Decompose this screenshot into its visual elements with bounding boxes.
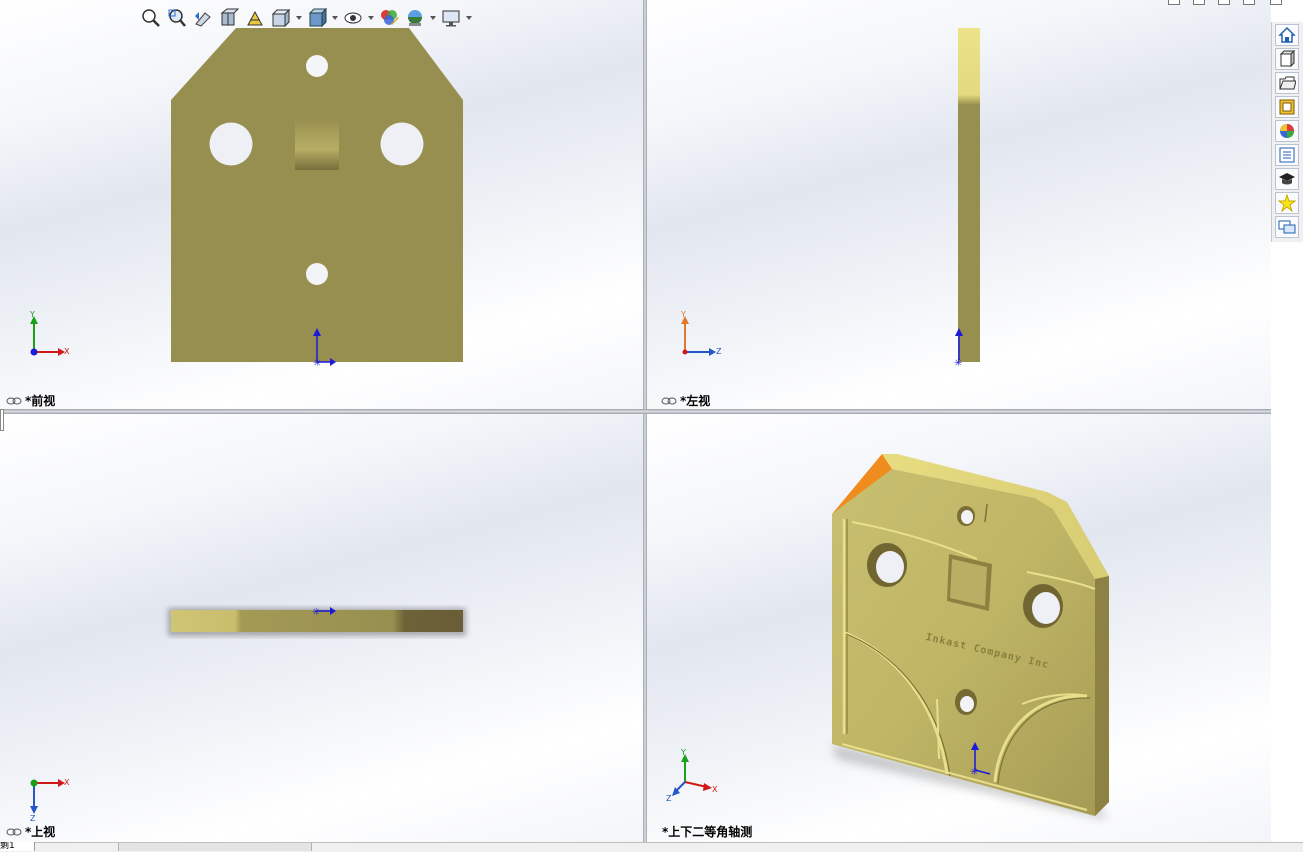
viewport-label-isometric[interactable]: *上下二等角轴测 xyxy=(662,823,752,840)
link-views-icon xyxy=(6,397,22,404)
viewport-label-front[interactable]: *前视 xyxy=(6,392,55,409)
left-view-canvas: ✳ xyxy=(681,28,980,369)
view-orientation-icon[interactable] xyxy=(270,7,292,29)
viewport-label-left[interactable]: *左视 xyxy=(661,392,710,409)
viewport-left[interactable]: ✳ Y Z *左视 xyxy=(647,0,1271,409)
file-explorer-icon[interactable] xyxy=(1275,72,1299,94)
chevron-down-icon[interactable] xyxy=(430,7,436,29)
viewport-top[interactable]: ✳ X Z *上视 xyxy=(0,414,643,842)
viewport-name: *前视 xyxy=(25,394,56,408)
viewport-vertical-splitter[interactable] xyxy=(643,0,647,842)
splitter-handle[interactable] xyxy=(0,409,4,431)
svg-text:✳: ✳ xyxy=(954,358,962,369)
previous-view-icon[interactable] xyxy=(192,7,214,29)
pin-icon[interactable] xyxy=(1270,0,1282,5)
close-icon[interactable] xyxy=(1243,0,1255,5)
zoom-to-area-icon[interactable] xyxy=(166,7,188,29)
heads-up-view-toolbar xyxy=(140,5,472,31)
viewport-front[interactable]: ✳ Y X *前视 xyxy=(0,0,643,409)
triad-x-label: X xyxy=(64,347,70,356)
viewport-name: *上视 xyxy=(25,825,56,839)
chevron-down-icon[interactable] xyxy=(368,7,374,29)
svg-text:✳: ✳ xyxy=(313,358,321,369)
triad-x-label: X xyxy=(64,778,70,787)
viewport-isometric[interactable]: ✳ Y X Z Inkast Company Inc *上下二等角轴测 xyxy=(647,414,1271,842)
top-view-canvas: ✳ xyxy=(30,607,466,814)
viewport-name: *上下二等角轴测 xyxy=(662,825,753,839)
dynamic-annotation-icon[interactable] xyxy=(244,7,266,29)
link-views-icon xyxy=(661,397,677,404)
section-view-icon[interactable] xyxy=(218,7,240,29)
design-library-icon[interactable] xyxy=(1275,48,1299,70)
triad-z-label: Z xyxy=(716,347,722,356)
left-large-hole xyxy=(209,122,253,166)
square-pocket xyxy=(295,118,339,170)
chevron-down-icon[interactable] xyxy=(296,7,302,29)
display-style-icon[interactable] xyxy=(306,7,328,29)
chevron-down-icon[interactable] xyxy=(332,7,338,29)
plate-front-face xyxy=(171,28,463,362)
home-icon[interactable] xyxy=(1275,24,1299,46)
viewport-horizontal-splitter[interactable] xyxy=(0,409,1271,414)
favorites-star-icon[interactable] xyxy=(1275,192,1299,214)
custom-properties-icon[interactable] xyxy=(1275,144,1299,166)
apply-scene-icon[interactable] xyxy=(404,7,426,29)
plate-side-face xyxy=(958,28,980,362)
task-pane-tabs xyxy=(1271,22,1303,242)
tile-icon[interactable] xyxy=(1218,0,1230,5)
right-large-hole xyxy=(380,122,424,166)
triad-y-label: Y xyxy=(30,310,35,319)
hide-show-items-icon[interactable] xyxy=(342,7,364,29)
front-view-canvas: ✳ xyxy=(30,28,463,369)
triad-x-label: X xyxy=(712,785,718,794)
edit-appearance-icon[interactable] xyxy=(378,7,400,29)
appearances-icon[interactable] xyxy=(1275,120,1299,142)
viewport-name: *左视 xyxy=(680,394,711,408)
plate-right-side xyxy=(1095,559,1109,816)
triad-y-label: Y xyxy=(681,748,686,757)
top-small-hole xyxy=(306,55,328,77)
view-settings-icon[interactable] xyxy=(440,7,462,29)
sheet-tab[interactable]: 剩1 xyxy=(0,842,35,851)
bottom-small-hole xyxy=(306,263,328,285)
restore-icon[interactable] xyxy=(1193,0,1205,5)
svg-text:✳: ✳ xyxy=(970,767,978,778)
triad-y-label: Y xyxy=(681,310,686,319)
isometric-view-canvas: ✳ xyxy=(672,454,1109,819)
zoom-to-fit-icon[interactable] xyxy=(140,7,162,29)
horizontal-scrollbar[interactable] xyxy=(118,843,312,851)
link-views-icon xyxy=(6,828,22,835)
triad-z-label: Z xyxy=(666,794,672,803)
forum-icon[interactable] xyxy=(1275,216,1299,238)
minimize-icon[interactable] xyxy=(1168,0,1180,5)
chevron-down-icon[interactable] xyxy=(466,7,472,29)
view-palette-icon[interactable] xyxy=(1275,96,1299,118)
svg-text:✳: ✳ xyxy=(312,607,320,618)
tutorials-icon[interactable] xyxy=(1275,168,1299,190)
triad-z-label: Z xyxy=(30,814,36,823)
viewport-label-top[interactable]: *上视 xyxy=(6,823,55,840)
